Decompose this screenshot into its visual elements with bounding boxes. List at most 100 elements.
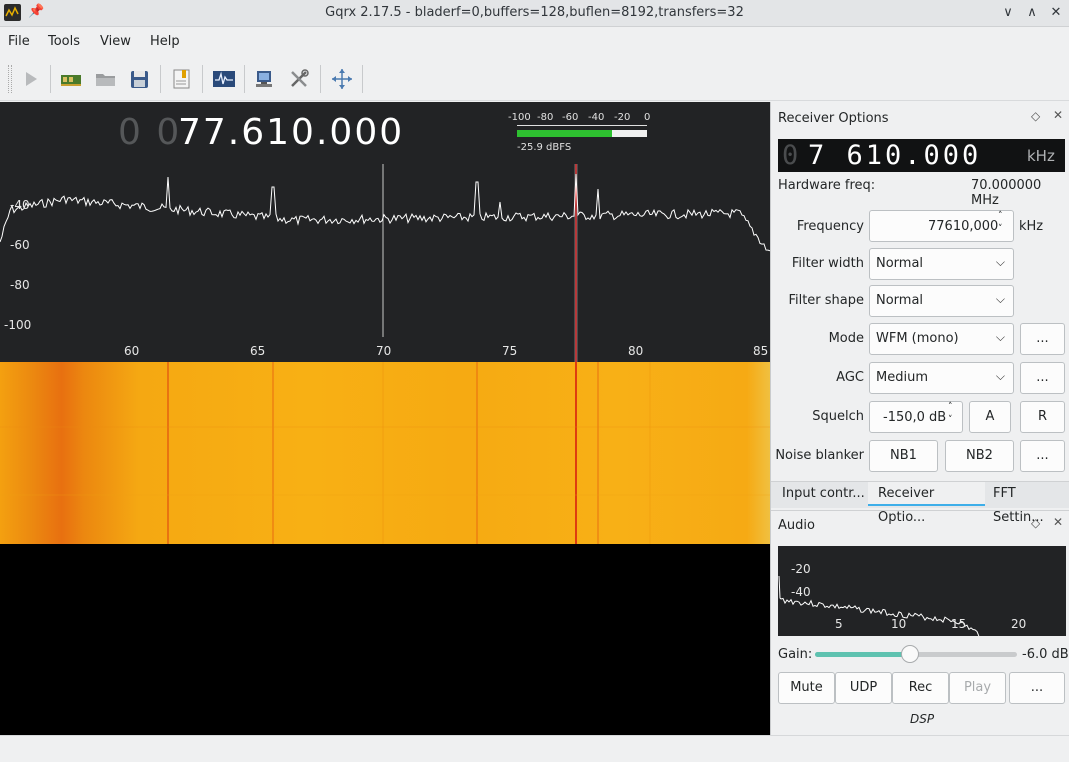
play-button[interactable]: Play <box>949 672 1006 704</box>
frequency-label: Frequency <box>796 219 864 234</box>
chevron-down-icon: ⌵ <box>995 292 1005 306</box>
mode-options-button[interactable]: ... <box>1020 323 1065 355</box>
y-tick-label: -40 <box>10 198 30 212</box>
waterfall-empty <box>0 544 770 735</box>
receiver-options-title: Receiver Options <box>778 111 889 126</box>
squelch-value: -150,0 dB <box>883 410 947 425</box>
float-icon[interactable]: ◇ <box>1031 516 1040 530</box>
udp-button[interactable]: UDP <box>835 672 892 704</box>
x-tick-label: 85 <box>753 344 769 358</box>
freq-lcd[interactable]: 0 7 610.000 kHz <box>778 139 1065 172</box>
spectrum-plot[interactable]: 0 0 77.610.000 -100 -80 -60 -40 -20 0 -2… <box>0 102 770 362</box>
center-fft-icon[interactable] <box>329 67 355 91</box>
spin-up-icon[interactable]: ˄ <box>998 211 1003 221</box>
iq-tool-icon[interactable] <box>211 67 237 91</box>
audio-x-tick: 5 <box>835 617 843 631</box>
squelch-auto-button[interactable]: A <box>969 401 1011 433</box>
nb2-button[interactable]: NB2 <box>945 440 1014 472</box>
y-tick-label: -100 <box>4 318 32 332</box>
dsp-label: DSP <box>910 712 935 726</box>
x-tick-label: 60 <box>124 344 140 358</box>
toolbar-separator <box>320 65 321 93</box>
float-icon[interactable]: ◇ <box>1031 109 1040 123</box>
filter-width-select[interactable]: Normal ⌵ <box>869 248 1014 280</box>
frequency-input[interactable]: 77610,000 ˄ ˅ <box>869 210 1014 242</box>
menu-help[interactable]: Help <box>150 34 180 49</box>
close-dock-icon[interactable]: ✕ <box>1053 515 1063 529</box>
toolbar-separator <box>50 65 51 93</box>
gain-slider[interactable] <box>815 645 1017 663</box>
nb-options-button[interactable]: ... <box>1020 440 1065 472</box>
frequency-value: 77610,000 <box>928 219 999 234</box>
waterfall-display[interactable] <box>0 362 770 544</box>
spin-down-icon[interactable]: ˅ <box>948 415 953 425</box>
open-icon[interactable] <box>93 67 119 91</box>
gain-label: Gain: <box>778 647 813 662</box>
audio-y-tick: -40 <box>791 585 811 599</box>
status-bar <box>0 735 1069 762</box>
mode-label: Mode <box>828 331 864 346</box>
bookmark-icon[interactable] <box>169 67 195 91</box>
settings-icon[interactable] <box>287 67 313 91</box>
close-icon[interactable]: ✕ <box>1047 4 1065 22</box>
hardware-icon[interactable] <box>58 67 84 91</box>
agc-value: Medium <box>876 370 928 385</box>
filter-shape-select[interactable]: Normal ⌵ <box>869 285 1014 317</box>
lcd-value: 7 610.000 <box>808 140 982 171</box>
squelch-input[interactable]: -150,0 dB ˄ ˅ <box>869 401 963 433</box>
remote-control-icon[interactable] <box>252 67 278 91</box>
play-icon[interactable] <box>18 67 44 91</box>
filter-width-label: Filter width <box>791 256 864 271</box>
mode-value: WFM (mono) <box>876 331 959 346</box>
audio-x-tick: 15 <box>951 617 967 631</box>
spin-down-icon[interactable]: ˅ <box>998 224 1003 234</box>
mode-select[interactable]: WFM (mono) ⌵ <box>869 323 1014 355</box>
lcd-unit: kHz <box>1027 147 1055 165</box>
menu-tools[interactable]: Tools <box>48 34 80 49</box>
audio-fft-plot: -20 -40 5 10 15 20 <box>778 546 1066 636</box>
minimize-icon[interactable]: ∨ <box>999 4 1017 22</box>
gain-value: -6.0 dB <box>1022 647 1069 662</box>
tab-receiver-options[interactable]: Receiver Optio... <box>868 482 985 525</box>
spectrum-trace <box>0 164 770 362</box>
save-icon[interactable] <box>127 67 153 91</box>
filter-shape-label: Filter shape <box>788 293 864 308</box>
menu-view[interactable]: View <box>100 34 131 49</box>
agc-label: AGC <box>836 370 864 385</box>
toolbar-separator <box>362 65 363 93</box>
gain-slider-handle[interactable] <box>900 645 919 663</box>
menu-bar: File Tools View Help <box>0 27 1069 57</box>
agc-options-button[interactable]: ... <box>1020 362 1065 394</box>
toolbar <box>0 57 1069 101</box>
filter-width-value: Normal <box>876 256 924 271</box>
audio-dock-divider <box>771 510 1069 511</box>
audio-x-tick: 10 <box>891 617 907 631</box>
frequency-unit: kHz <box>1019 219 1044 234</box>
y-tick-label: -80 <box>10 278 30 292</box>
tab-fft-settings[interactable]: FFT Settin... <box>983 482 1069 525</box>
squelch-label: Squelch <box>812 409 864 424</box>
audio-x-tick: 20 <box>1011 617 1027 631</box>
audio-y-tick: -20 <box>791 562 811 576</box>
chevron-down-icon: ⌵ <box>995 369 1005 383</box>
rec-button[interactable]: Rec <box>892 672 949 704</box>
squelch-reset-button[interactable]: R <box>1020 401 1065 433</box>
nb1-button[interactable]: NB1 <box>869 440 938 472</box>
toolbar-separator <box>202 65 203 93</box>
right-dock: Receiver Options ◇ ✕ 0 7 610.000 kHz Har… <box>770 102 1069 735</box>
audio-options-button[interactable]: ... <box>1009 672 1065 704</box>
menu-file[interactable]: File <box>8 34 30 49</box>
hardware-freq-value: 70.000000 MHz <box>971 178 1042 208</box>
x-tick-label: 75 <box>502 344 518 358</box>
close-dock-icon[interactable]: ✕ <box>1053 108 1063 122</box>
tab-input-controls[interactable]: Input contr... <box>772 482 870 506</box>
mute-button[interactable]: Mute <box>778 672 835 704</box>
title-bar: 📌 Gqrx 2.17.5 - bladerf=0,buffers=128,bu… <box>0 0 1069 27</box>
maximize-icon[interactable]: ∧ <box>1023 4 1041 22</box>
toolbar-separator <box>244 65 245 93</box>
chevron-down-icon: ⌵ <box>995 255 1005 269</box>
spin-up-icon[interactable]: ˄ <box>948 402 953 412</box>
chevron-down-icon: ⌵ <box>995 330 1005 344</box>
agc-select[interactable]: Medium ⌵ <box>869 362 1014 394</box>
waterfall-lines <box>0 362 770 544</box>
